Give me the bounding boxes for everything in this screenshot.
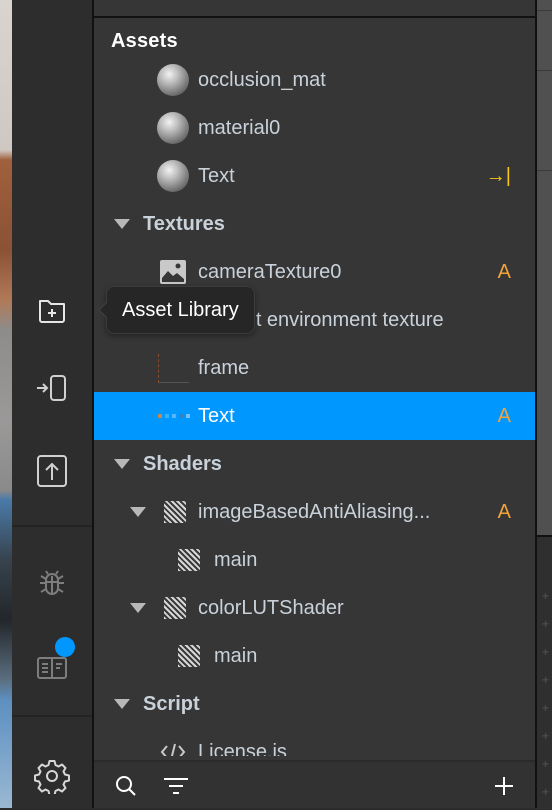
asset-row-text-material[interactable]: Text →| [94, 152, 535, 200]
asset-badge-a: A [497, 404, 511, 427]
texture-thumbnail [158, 353, 189, 383]
asset-library-tooltip: Asset Library [98, 286, 255, 334]
asset-row-shader-main[interactable]: main [94, 536, 535, 584]
shader-function-icon [178, 645, 200, 667]
background-photo-strip [0, 0, 12, 808]
grid-line [537, 170, 552, 171]
grid-plus-marker: + [542, 645, 550, 659]
toolbar-divider [12, 525, 92, 527]
gear-icon [34, 760, 70, 794]
material-sphere-icon [157, 64, 189, 96]
assets-panel: Assets occlusion_mat material0 Text →| T… [94, 0, 535, 808]
texture-thumbnail [158, 414, 190, 418]
asset-row-shader-main[interactable]: main [94, 632, 535, 680]
settings-button[interactable] [32, 756, 72, 796]
image-icon [160, 260, 186, 284]
asset-tree: occlusion_mat material0 Text →| Textures… [94, 56, 535, 756]
shader-icon [164, 501, 186, 523]
grid-plus-marker: + [542, 785, 550, 799]
caret-down-icon[interactable] [114, 219, 130, 229]
linked-arrow-icon[interactable]: →| [486, 165, 511, 188]
scene-viewport[interactable]: + + + + + + + + [535, 0, 552, 810]
asset-row-shader-antialiasing[interactable]: imageBasedAntiAliasing... A [94, 488, 535, 536]
section-shaders[interactable]: Shaders [94, 440, 535, 488]
caret-down-icon[interactable] [114, 459, 130, 469]
panel-top-bar [94, 0, 535, 18]
grid-plus-marker: + [542, 701, 550, 715]
filter-button[interactable] [160, 770, 192, 802]
caret-down-icon[interactable] [114, 699, 130, 709]
grid-plus-marker: + [542, 617, 550, 631]
asset-row-script-license[interactable]: License.js [94, 728, 535, 756]
upload-box-icon [37, 455, 67, 487]
left-toolbar [12, 0, 94, 808]
grid-line [537, 10, 552, 11]
shader-function-icon [178, 549, 200, 571]
import-to-device-button[interactable] [32, 368, 72, 408]
caret-down-icon[interactable] [130, 507, 146, 517]
caret-down-icon[interactable] [130, 603, 146, 613]
asset-library-button[interactable] [32, 290, 72, 330]
filter-icon [164, 778, 188, 794]
material-sphere-icon [157, 112, 189, 144]
section-script[interactable]: Script [94, 680, 535, 728]
export-button[interactable] [32, 451, 72, 491]
toolbar-divider [12, 715, 92, 717]
grid-line [537, 70, 552, 71]
asset-row-occlusion-mat[interactable]: occlusion_mat [94, 56, 535, 104]
notification-badge [55, 637, 75, 657]
debug-button[interactable] [32, 564, 72, 604]
search-button[interactable] [110, 770, 142, 802]
asset-row-frame[interactable]: frame [94, 344, 535, 392]
grid-plus-marker: + [542, 757, 550, 771]
grid-plus-marker: + [542, 729, 550, 743]
device-import-icon [37, 375, 66, 401]
asset-row-text-texture[interactable]: Text A [94, 392, 535, 440]
section-textures[interactable]: Textures [94, 200, 535, 248]
code-icon [160, 743, 186, 756]
asset-row-shader-colorlut[interactable]: colorLUTShader [94, 584, 535, 632]
grid-plus-marker: + [542, 673, 550, 687]
plus-icon [495, 777, 513, 795]
asset-row-material0[interactable]: material0 [94, 104, 535, 152]
folder-plus-icon [39, 300, 65, 323]
search-icon [116, 776, 136, 796]
panel-title: Assets [111, 30, 178, 52]
viewport-lower-area: + + + + + + + + [537, 535, 552, 810]
bug-icon [40, 570, 64, 595]
add-asset-button[interactable] [488, 770, 520, 802]
grid-plus-marker: + [542, 589, 550, 603]
asset-badge-a: A [497, 260, 511, 283]
asset-badge-a: A [497, 500, 511, 523]
shader-icon [164, 597, 186, 619]
panel-bottom-bar [94, 760, 535, 808]
material-sphere-icon [157, 160, 189, 192]
